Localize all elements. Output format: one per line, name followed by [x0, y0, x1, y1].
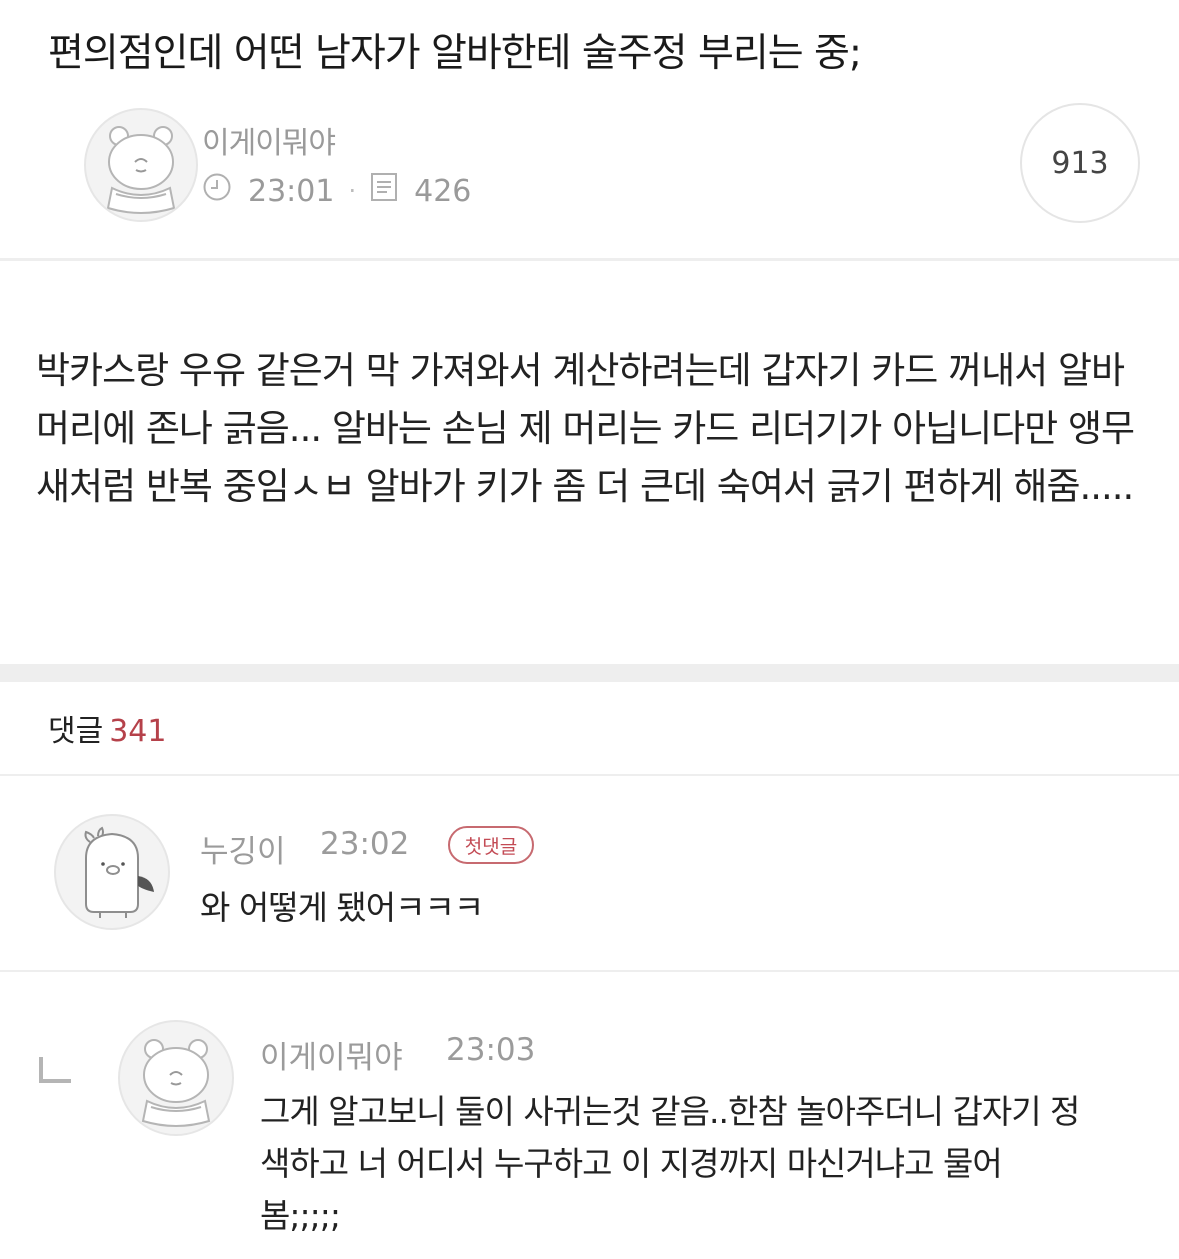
views-counter: 913 [1020, 103, 1140, 223]
comment-count-header: 댓글 341 [48, 706, 166, 750]
penguin-avatar-icon [84, 826, 154, 918]
comment-divider [0, 970, 1179, 972]
post-body: 박카스랑 우유 같은거 막 가져와서 계산하려는데 갑자기 카드 꺼내서 알바 … [36, 349, 1135, 508]
comments-divider [0, 774, 1179, 776]
section-divider [0, 664, 1179, 682]
comment-count-number: 341 [109, 714, 167, 749]
post-meta: 23:01 · 426 [202, 172, 471, 210]
reply-avatar[interactable] [118, 1020, 234, 1136]
post-title: 편의점인데 어떤 남자가 알바한테 술주정 부리는 중; [48, 31, 862, 76]
commenter-avatar[interactable] [54, 814, 170, 930]
bear-avatar-icon [106, 126, 176, 214]
reply-author[interactable]: 이게이뭐야 [260, 1032, 403, 1077]
comment-time: 23:02 [320, 826, 410, 862]
post-time: 23:01 [248, 173, 335, 209]
reply-arrow-icon [36, 1055, 74, 1089]
comment-text: 와 어떻게 됐어ㅋㅋㅋ [200, 888, 484, 927]
author-name[interactable]: 이게이뭐야 [202, 118, 336, 162]
document-icon [370, 172, 398, 210]
first-comment-badge: 첫댓글 [448, 826, 534, 864]
bear-avatar-icon [141, 1039, 211, 1127]
reply-text: 그게 알고보니 둘이 사귀는것 같음..한참 놀아주더니 갑자기 정색하고 너 … [260, 1092, 1080, 1235]
post-count: 426 [414, 173, 472, 209]
author-avatar[interactable] [84, 108, 198, 222]
reply-time: 23:03 [446, 1032, 536, 1068]
comment-count-label: 댓글 [48, 714, 104, 749]
comment-author[interactable]: 누깅이 [200, 826, 286, 871]
meta-separator: · [348, 177, 357, 205]
clock-icon [202, 172, 232, 210]
header-divider [0, 258, 1179, 261]
